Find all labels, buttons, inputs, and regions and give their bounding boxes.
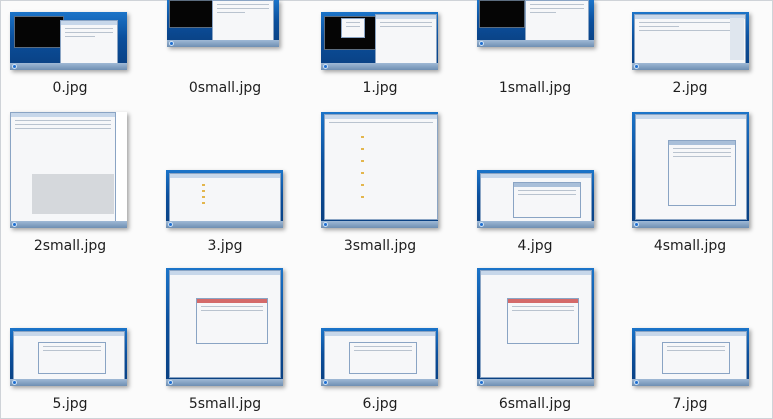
file-name: 7.jpg bbox=[672, 396, 708, 412]
file-name: 0small.jpg bbox=[188, 80, 262, 96]
file-name: 4small.jpg bbox=[653, 238, 727, 254]
file-name: 2small.jpg bbox=[33, 238, 107, 254]
file-name: 2.jpg bbox=[672, 80, 708, 96]
file-name: 6small.jpg bbox=[498, 396, 572, 412]
thumbnail-image bbox=[632, 12, 749, 70]
thumbnail-image bbox=[167, 0, 279, 47]
thumbnail-image bbox=[477, 268, 594, 386]
thumbnail-image bbox=[321, 12, 438, 70]
file-name: 5.jpg bbox=[52, 396, 88, 412]
thumbnail-image bbox=[321, 112, 438, 228]
thumbnail-image bbox=[166, 170, 283, 228]
thumbnail-image bbox=[10, 12, 127, 70]
file-name: 1.jpg bbox=[362, 80, 398, 96]
file-name: 3.jpg bbox=[207, 238, 243, 254]
thumbnail-image bbox=[321, 328, 438, 386]
file-name: 1small.jpg bbox=[498, 80, 572, 96]
file-name: 3small.jpg bbox=[343, 238, 417, 254]
thumbnail-image bbox=[632, 112, 749, 228]
file-name: 6.jpg bbox=[362, 396, 398, 412]
thumbnail-image bbox=[477, 0, 594, 47]
thumbnail-image bbox=[166, 268, 283, 386]
thumbnail-image bbox=[477, 170, 594, 228]
thumbnail-image bbox=[632, 328, 749, 386]
thumbnail-image bbox=[10, 112, 127, 228]
thumbnail-image bbox=[10, 328, 127, 386]
file-name: 0.jpg bbox=[52, 80, 88, 96]
file-name: 4.jpg bbox=[517, 238, 553, 254]
file-name: 5small.jpg bbox=[188, 396, 262, 412]
